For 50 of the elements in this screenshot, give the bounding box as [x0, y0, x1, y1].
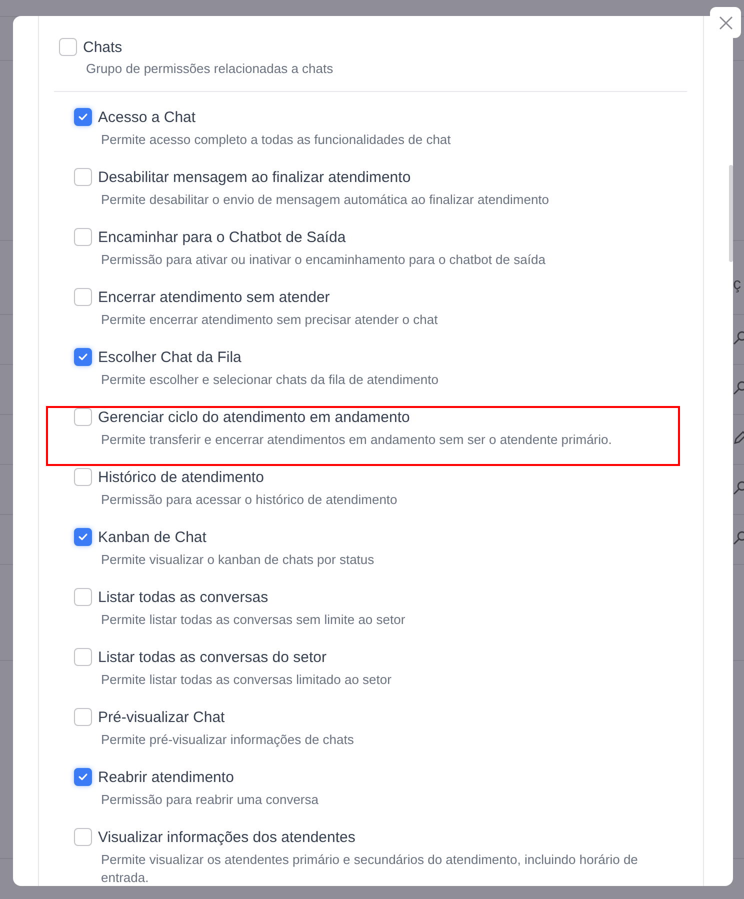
permission-description: Permite transferir e encerrar atendimentos em andamento sem ser o atendente primário. — [100, 431, 613, 449]
permission-label: Escolher Chat da Fila — [98, 348, 242, 366]
close-icon — [718, 16, 732, 30]
permission-label: Visualizar informações dos atendentes — [98, 828, 356, 846]
checkbox[interactable] — [74, 108, 92, 126]
permission-description: Permite visualizar o kanban de chats por status — [100, 551, 376, 569]
checkbox[interactable] — [59, 38, 77, 56]
check-icon — [78, 353, 88, 361]
permission-description: Permite pré-visualizar informações de chats — [100, 731, 355, 749]
permission-description: Permite desabilitar o envio de mensagem automática ao finalizar atendimento — [100, 191, 550, 209]
checkbox[interactable] — [74, 168, 92, 186]
checkbox[interactable] — [74, 408, 92, 426]
checkbox[interactable] — [74, 708, 92, 726]
permission-description: Permite encerrar atendimento sem precisar atender o chat — [100, 311, 439, 329]
permission-label: Encaminhar para o Chatbot de Saída — [98, 228, 346, 246]
group-label: Chats — [83, 38, 122, 56]
permission-label: Kanban de Chat — [98, 528, 206, 546]
permission-label: Histórico de atendimento — [98, 468, 264, 486]
permission-label: Acesso a Chat — [98, 108, 196, 126]
permission-label: Reabrir atendimento — [98, 768, 234, 786]
pencil-icon — [732, 430, 744, 446]
scrollbar-thumb[interactable] — [729, 165, 733, 262]
permission-label: Desabilitar mensagem ao finalizar atendimento — [98, 168, 411, 186]
permission-description: Permissão para acessar o histórico de atendimento — [100, 491, 398, 509]
checkbox[interactable] — [74, 648, 92, 666]
permission-label: Gerenciar ciclo do atendimento em andamento — [98, 408, 410, 426]
column-header: ç — [733, 276, 741, 294]
permission-description: Permite listar todas as conversas sem limite ao setor — [100, 611, 406, 629]
group-description: Grupo de permissões relacionadas a chats — [85, 60, 334, 78]
checkbox[interactable] — [74, 528, 92, 546]
check-icon — [78, 773, 88, 781]
permission-label: Encerrar atendimento sem atender — [98, 288, 330, 306]
checkbox[interactable] — [74, 468, 92, 486]
permission-label: Listar todas as conversas do setor — [98, 648, 326, 666]
check-icon — [78, 533, 88, 541]
permission-description: Permite listar todas as conversas limitado ao setor — [100, 671, 392, 689]
permission-label: Listar todas as conversas — [98, 588, 268, 606]
permission-label: Pré-visualizar Chat — [98, 708, 225, 726]
checkbox[interactable] — [74, 768, 92, 786]
checkbox[interactable] — [74, 828, 92, 846]
permission-description: Permite escolher e selecionar chats da fila de atendimento — [100, 371, 440, 389]
permission-description: Permite visualizar os atendentes primário e secundários do atendimento, incluindo horário de entrada. — [100, 851, 639, 886]
checkbox[interactable] — [74, 588, 92, 606]
permission-description: Permite acesso completo a todas as funcionalidades de chat — [100, 131, 452, 149]
permission-description: Permissão para reabrir uma conversa — [100, 791, 320, 809]
check-icon — [78, 113, 88, 121]
permission-description: Permissão para ativar ou inativar o encaminhamento para o chatbot de saída — [100, 251, 546, 269]
checkbox[interactable] — [74, 228, 92, 246]
checkbox[interactable] — [74, 348, 92, 366]
checkbox[interactable] — [74, 288, 92, 306]
